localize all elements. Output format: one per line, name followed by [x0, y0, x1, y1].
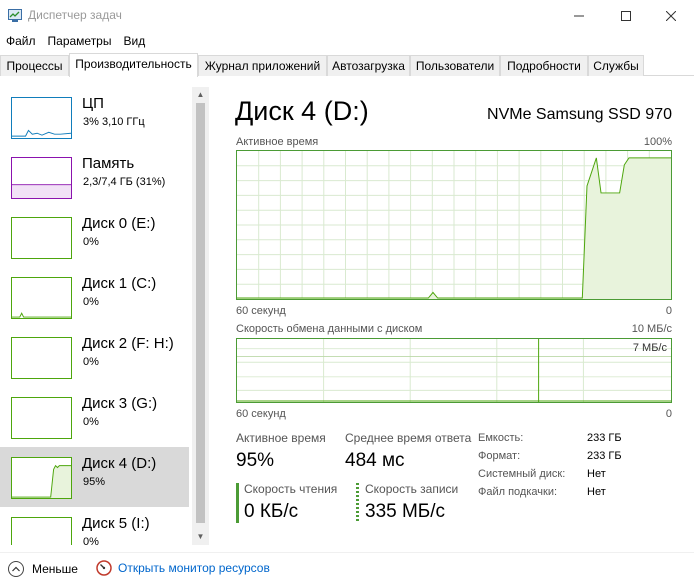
fewer-details-label: Меньше: [32, 562, 78, 576]
tab-strip: Процессы Производительность Журнал прило…: [0, 53, 694, 77]
task-manager-icon: [8, 9, 22, 22]
read-speed-label: Скорость чтения: [244, 482, 338, 496]
tab-performance[interactable]: Производительность: [69, 53, 198, 77]
active-time-graph: [236, 150, 672, 300]
capacity-label: Емкость:: [478, 432, 524, 444]
active-time-chart: [237, 151, 671, 299]
active-graph-x-right: 0: [665, 305, 672, 317]
sidebar-item-disk-5[interactable]: Диск 5 (I:) 0%: [0, 507, 189, 545]
menu-view[interactable]: Вид: [117, 32, 151, 52]
response-time-value: 484 мс: [345, 450, 405, 471]
resource-monitor-link-text: Открыть монитор ресурсов: [118, 561, 270, 575]
disk-2-thumbnail-graph: [11, 337, 72, 379]
sidebar-item-value: 0%: [83, 296, 99, 308]
page-file-label: Файл подкачки:: [478, 486, 558, 498]
window-title: Диспетчер задач: [28, 8, 122, 22]
sidebar-item-name: Диск 5 (I:): [82, 515, 150, 532]
transfer-rate-chart: [237, 339, 671, 402]
disk-3-thumbnail-graph: [11, 397, 72, 439]
active-time-value: 95%: [236, 450, 275, 471]
write-rate-indicator: [356, 483, 359, 523]
footer-bar: Меньше Открыть монитор ресурсов: [0, 552, 694, 588]
sidebar-scrollbar[interactable]: ▲ ▼: [192, 87, 209, 545]
active-time-graph-label: Активное время: [236, 136, 319, 148]
sidebar-item-value: 0%: [83, 236, 99, 248]
scroll-down-icon[interactable]: ▼: [192, 529, 209, 545]
page-file-value: Нет: [587, 486, 606, 498]
write-speed-value: 335 МБ/с: [365, 501, 446, 522]
disk-5-thumbnail-graph: [11, 517, 72, 545]
scroll-thumb[interactable]: [196, 103, 205, 523]
resource-monitor-icon: [96, 560, 112, 576]
transfer-graph-max: 10 МБ/с: [631, 323, 672, 335]
open-resource-monitor-link[interactable]: Открыть монитор ресурсов: [96, 560, 270, 576]
system-disk-label: Системный диск:: [478, 468, 566, 480]
active-graph-x-left: 60 секунд: [236, 305, 286, 317]
tab-startup[interactable]: Автозагрузка: [327, 55, 410, 76]
formatted-label: Формат:: [478, 450, 521, 462]
menu-options[interactable]: Параметры: [42, 32, 118, 52]
write-speed-label: Скорость записи: [365, 482, 459, 496]
tab-services[interactable]: Службы: [588, 55, 644, 76]
title-bar: Диспетчер задач: [0, 0, 694, 32]
sidebar-item-name: ЦП: [82, 95, 104, 112]
transfer-graph-inner-label: 7 МБ/с: [632, 342, 667, 354]
system-disk-value: Нет: [587, 468, 606, 480]
minimize-button[interactable]: [556, 0, 602, 32]
close-icon: [666, 11, 676, 21]
close-button[interactable]: [648, 0, 694, 32]
capacity-value: 233 ГБ: [587, 432, 622, 444]
scroll-up-icon[interactable]: ▲: [192, 87, 209, 103]
maximize-icon: [621, 11, 631, 21]
transfer-graph-x-left: 60 секунд: [236, 408, 286, 420]
sidebar-item-value: 0%: [83, 416, 99, 428]
sidebar-item-disk-1[interactable]: Диск 1 (C:) 0%: [0, 267, 189, 327]
sidebar-item-cpu[interactable]: ЦП 3% 3,10 ГГц: [0, 87, 189, 147]
tab-details[interactable]: Подробности: [500, 55, 588, 76]
menu-bar: Файл Параметры Вид: [0, 32, 151, 52]
sidebar-item-memory[interactable]: Память 2,3/7,4 ГБ (31%): [0, 147, 189, 207]
disk-0-thumbnail-graph: [11, 217, 72, 259]
read-speed-value: 0 КБ/с: [244, 501, 299, 522]
cpu-thumbnail-graph: [11, 97, 72, 139]
transfer-graph-label: Скорость обмена данными с диском: [236, 323, 423, 335]
menu-file[interactable]: Файл: [0, 32, 42, 52]
maximize-button[interactable]: [603, 0, 649, 32]
sidebar-item-name: Диск 1 (C:): [82, 275, 157, 292]
active-time-label: Активное время: [236, 431, 326, 445]
sidebar-item-name: Диск 2 (F: H:): [82, 335, 174, 352]
transfer-rate-graph: 7 МБ/с: [236, 338, 672, 403]
fewer-details-button[interactable]: Меньше: [8, 560, 78, 578]
sidebar-item-value: 3% 3,10 ГГц: [83, 116, 145, 128]
disk-4-thumbnail-graph: [11, 457, 72, 499]
sidebar-item-disk-3[interactable]: Диск 3 (G:) 0%: [0, 387, 189, 447]
tab-app-history[interactable]: Журнал приложений: [198, 55, 327, 76]
sidebar-item-disk-0[interactable]: Диск 0 (E:) 0%: [0, 207, 189, 267]
sidebar-item-value: 95%: [83, 476, 106, 488]
active-time-graph-max: 100%: [643, 136, 672, 148]
sidebar-item-name: Память: [82, 155, 135, 172]
sidebar-item-disk-4[interactable]: Диск 4 (D:) 95%: [0, 447, 189, 507]
tab-users[interactable]: Пользователи: [410, 55, 500, 76]
device-model: NVMe Samsung SSD 970: [487, 106, 672, 123]
chevron-up-icon: [8, 561, 24, 577]
page-title: Диск 4 (D:): [235, 96, 369, 126]
sidebar-item-name: Диск 3 (G:): [82, 395, 158, 412]
sidebar-item-value: 0%: [83, 356, 99, 368]
sidebar-item-name: Диск 0 (E:): [82, 215, 156, 232]
resource-sidebar: ЦП 3% 3,10 ГГц Память 2,3/7,4 ГБ (31%) Д…: [0, 87, 210, 545]
read-rate-indicator: [236, 483, 239, 523]
sidebar-item-value: 0%: [83, 536, 99, 545]
tab-processes[interactable]: Процессы: [0, 55, 69, 76]
sidebar-item-value: 2,3/7,4 ГБ (31%): [83, 176, 166, 188]
transfer-graph-x-right: 0: [665, 408, 672, 420]
disk-1-thumbnail-graph: [11, 277, 72, 319]
sidebar-item-name: Диск 4 (D:): [82, 455, 157, 472]
sidebar-item-disk-2[interactable]: Диск 2 (F: H:) 0%: [0, 327, 189, 387]
formatted-value: 233 ГБ: [587, 450, 622, 462]
memory-thumbnail-graph: [11, 157, 72, 199]
response-time-label: Среднее время ответа: [345, 431, 472, 445]
minimize-icon: [574, 15, 584, 17]
